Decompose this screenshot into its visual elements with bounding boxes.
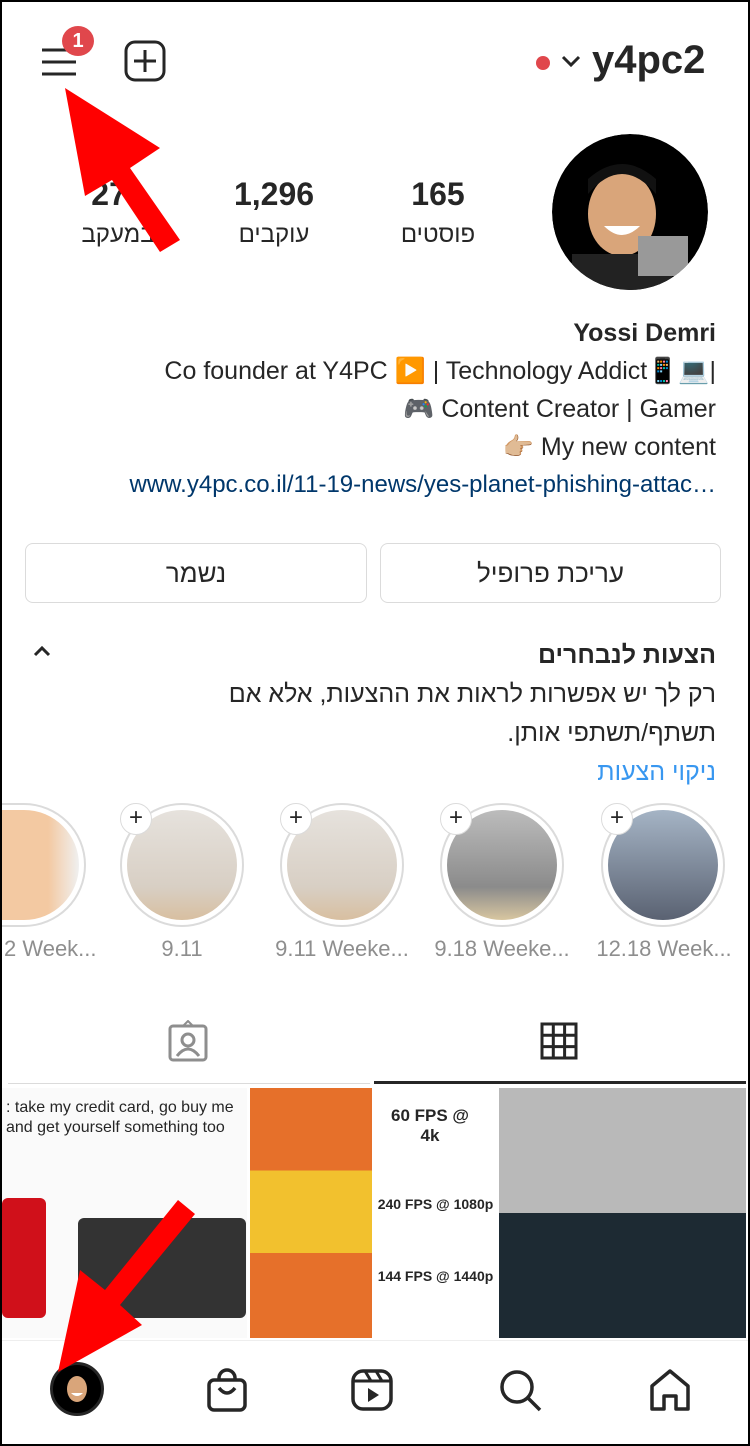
annotation-arrow: [58, 88, 195, 1372]
